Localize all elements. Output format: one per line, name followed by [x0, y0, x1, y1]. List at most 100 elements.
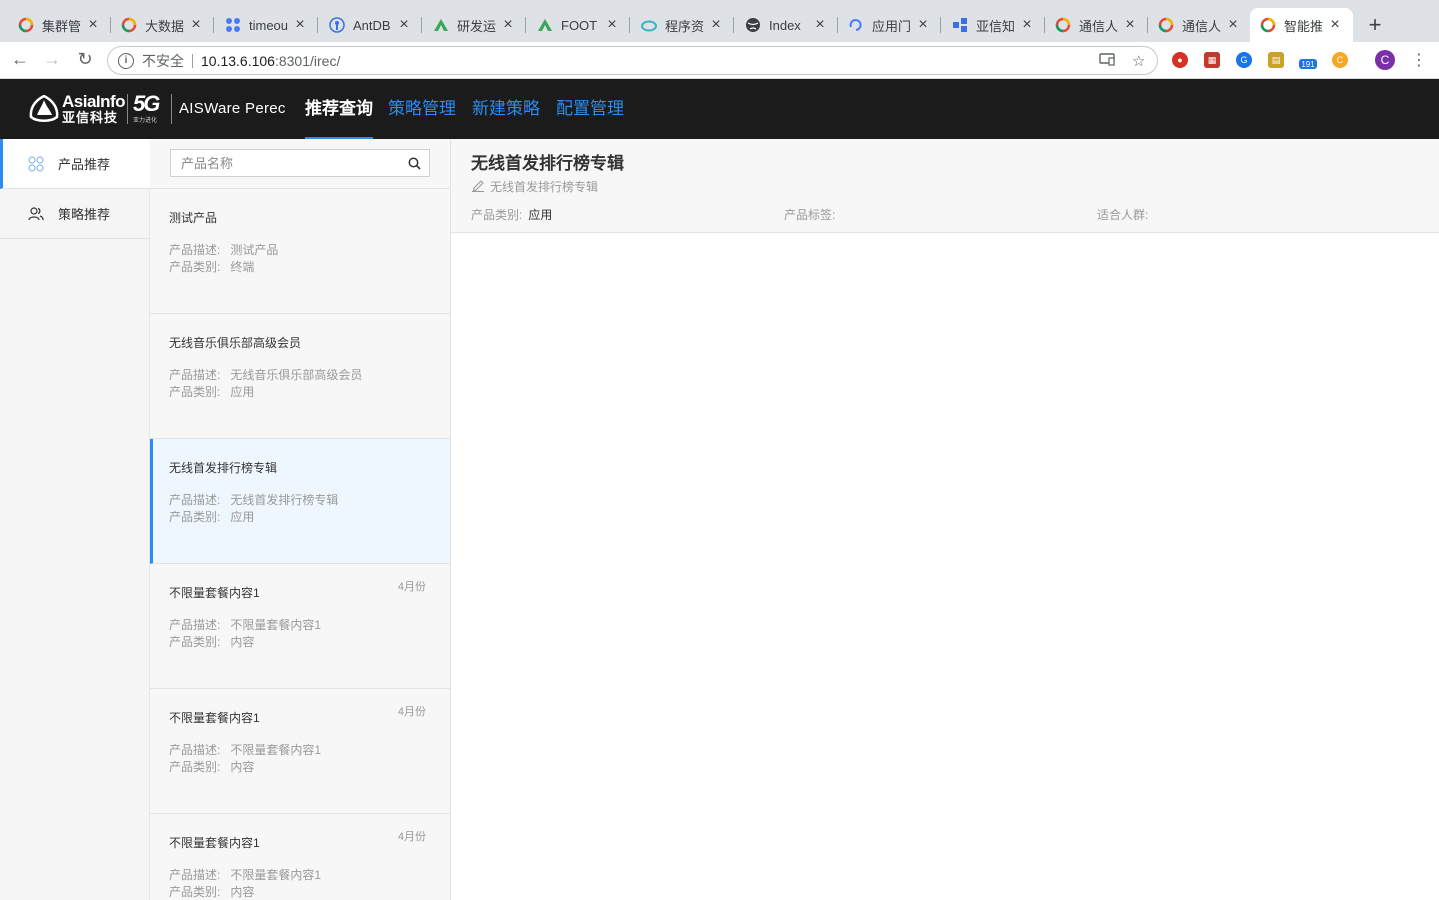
asiainfo-logo-icon[interactable] — [29, 94, 59, 123]
product-list-panel: 测试产品产品描述:测试产品产品类别:终端无线音乐俱乐部高级会员产品描述:无线音乐… — [150, 139, 451, 900]
browser-tab-title: 集群管 — [42, 18, 82, 34]
browser-tab[interactable]: 集群管 × — [8, 8, 111, 42]
product-cat-value: 内容 — [230, 635, 255, 649]
browser-tab[interactable]: AntDB × — [319, 8, 422, 42]
product-card-category-row: 产品类别: 终端 — [169, 258, 254, 275]
browser-tab-title: Index — [769, 17, 801, 33]
product-card-category-row: 产品类别: 内容 — [169, 633, 254, 650]
detail-category-label: 产品类别: — [471, 208, 523, 222]
browser-tab[interactable]: 通信人 × — [1045, 8, 1148, 42]
close-tab-icon[interactable]: × — [1019, 16, 1035, 34]
browser-tab[interactable]: timeou × — [215, 8, 318, 42]
browser-tab[interactable]: 大数据 × — [111, 8, 214, 42]
sidebar-item-strategy-recommend[interactable]: 策略推荐 — [0, 189, 150, 239]
nav-tab[interactable]: 策略管理 — [388, 79, 456, 139]
product-search-box[interactable] — [170, 149, 430, 177]
extension-badge-icon[interactable]: 191 — [1299, 59, 1317, 69]
close-tab-icon[interactable]: × — [396, 16, 412, 34]
nav-tab[interactable]: 新建策略 — [472, 79, 540, 139]
product-name: AISWare Perec — [179, 100, 286, 117]
cast-icon[interactable] — [1099, 52, 1115, 70]
forward-arrow-icon[interactable]: → — [41, 49, 63, 70]
product-card-desc-row: 产品描述: 无线首发排行榜专辑 — [169, 491, 338, 508]
product-card[interactable]: 不限量套餐内容1 4月份 产品描述: 不限量套餐内容1 产品类别: 内容 — [150, 689, 450, 814]
browser-tab[interactable]: FOOT × — [527, 8, 630, 42]
extension-folder-icon[interactable]: ▤ — [1268, 52, 1284, 68]
browser-menu-icon[interactable]: ⋮ — [1411, 50, 1427, 70]
close-tab-icon[interactable]: × — [1122, 16, 1138, 34]
browser-tab-title: AntDB — [353, 17, 391, 33]
bookmark-star-icon[interactable]: ☆ — [1132, 52, 1145, 70]
nav-tab[interactable]: 推荐查询 — [305, 79, 373, 139]
search-icon[interactable] — [408, 157, 421, 175]
browser-tab[interactable]: 研发运 × — [423, 8, 526, 42]
product-desc-label: 产品描述: — [169, 493, 221, 507]
product-card-desc-row: 产品描述: 不限量套餐内容1 — [169, 866, 321, 883]
browser-tab[interactable]: 通信人 × — [1148, 8, 1251, 42]
close-tab-icon[interactable]: × — [915, 16, 931, 34]
detail-tags-label: 产品标签: — [784, 208, 836, 222]
brand-en: AsiaInfo — [62, 92, 126, 111]
close-tab-icon[interactable]: × — [188, 16, 204, 34]
detail-audience-field: 适合人群: — [1097, 206, 1154, 223]
browser-tab-title: 大数据 — [145, 18, 185, 34]
product-card-category-row: 产品类别: 应用 — [169, 383, 254, 400]
tab-separator — [940, 17, 941, 33]
network-icon — [952, 17, 968, 33]
detail-audience-label: 适合人群: — [1097, 208, 1149, 222]
product-card[interactable]: 无线首发排行榜专辑产品描述: 无线首发排行榜专辑 产品类别: 应用 — [150, 439, 450, 564]
new-tab-button[interactable]: + — [1364, 12, 1386, 38]
product-desc-value: 不限量套餐内容1 — [230, 743, 322, 757]
security-label: 不安全 — [142, 52, 184, 69]
product-card-name: 无线首发排行榜专辑 — [169, 461, 278, 475]
product-search-input[interactable] — [181, 155, 401, 171]
info-icon[interactable]: i — [118, 52, 134, 69]
cloud-icon — [641, 17, 657, 33]
address-bar[interactable]: i 不安全 10.13.6.106:8301/irec/ ☆ — [107, 46, 1158, 75]
triangle-logo-icon — [537, 17, 553, 33]
close-tab-icon[interactable]: × — [708, 16, 724, 34]
back-arrow-icon[interactable]: ← — [9, 49, 31, 70]
logo-divider-2 — [171, 94, 172, 124]
extension-adblock-icon[interactable]: ● — [1172, 52, 1188, 68]
product-cat-label: 产品类别: — [169, 760, 221, 774]
close-tab-icon[interactable]: × — [1327, 16, 1343, 34]
extension-google-icon[interactable]: G — [1236, 52, 1252, 68]
detail-description: 无线首发排行榜专辑 — [471, 178, 598, 195]
close-tab-icon[interactable]: × — [1225, 16, 1241, 34]
product-card[interactable]: 测试产品 产品描述: 测试产品 产品类别: 终端 — [150, 189, 450, 314]
extension-coin-icon[interactable]: C — [1332, 52, 1348, 68]
close-tab-icon[interactable]: × — [500, 16, 516, 34]
product-card-category-row: 产品类别: 应用 — [169, 508, 254, 525]
browser-tab[interactable]: 智能推 × — [1250, 8, 1353, 42]
edit-pencil-icon[interactable] — [471, 178, 485, 195]
users-icon — [28, 206, 44, 222]
nav-tab[interactable]: 配置管理 — [556, 79, 624, 139]
close-tab-icon[interactable]: × — [292, 16, 308, 34]
reload-icon[interactable]: ↻ — [74, 49, 96, 70]
product-cat-value: 应用 — [230, 385, 255, 399]
product-card[interactable]: 不限量套餐内容1 4月份 产品描述: 不限量套餐内容1 产品类别: 内容 — [150, 564, 450, 689]
sidebar-item-product-recommend[interactable]: 产品推荐 — [0, 139, 150, 189]
product-card-badge: 4月份 — [397, 831, 426, 843]
product-desc-value: 无线音乐俱乐部高级会员 — [230, 368, 363, 382]
product-card-name: 不限量套餐内容1 — [169, 836, 260, 850]
browser-tab[interactable]: Index × — [735, 8, 838, 42]
tab-separator — [525, 17, 526, 33]
product-card-badge: 4月份 — [397, 581, 426, 593]
close-tab-icon[interactable]: × — [812, 16, 828, 34]
profile-avatar[interactable]: C — [1375, 50, 1395, 70]
browser-tab-title: 通信人 — [1182, 18, 1222, 34]
browser-tab-title: 研发运 — [457, 18, 497, 34]
product-card[interactable]: 不限量套餐内容1 4月份 产品描述: 不限量套餐内容1 产品类别: 内容 — [150, 814, 450, 900]
product-card[interactable]: 无线音乐俱乐部高级会员 产品描述: 无线音乐俱乐部高级会员 产品类别: 应用 — [150, 314, 450, 439]
close-tab-icon[interactable]: × — [604, 16, 620, 34]
browser-tab[interactable]: 亚信知 × — [942, 8, 1045, 42]
browser-tab[interactable]: 应用门 × — [838, 8, 941, 42]
browser-tab[interactable]: 程序资 × — [631, 8, 734, 42]
product-card-category-row: 产品类别: 内容 — [169, 758, 254, 775]
close-tab-icon[interactable]: × — [85, 16, 101, 34]
browser-tab-title: timeou — [249, 17, 289, 33]
detail-category-field: 产品类别: 应用 — [471, 206, 552, 223]
extension-calendar-icon[interactable]: ▦ — [1204, 52, 1220, 68]
